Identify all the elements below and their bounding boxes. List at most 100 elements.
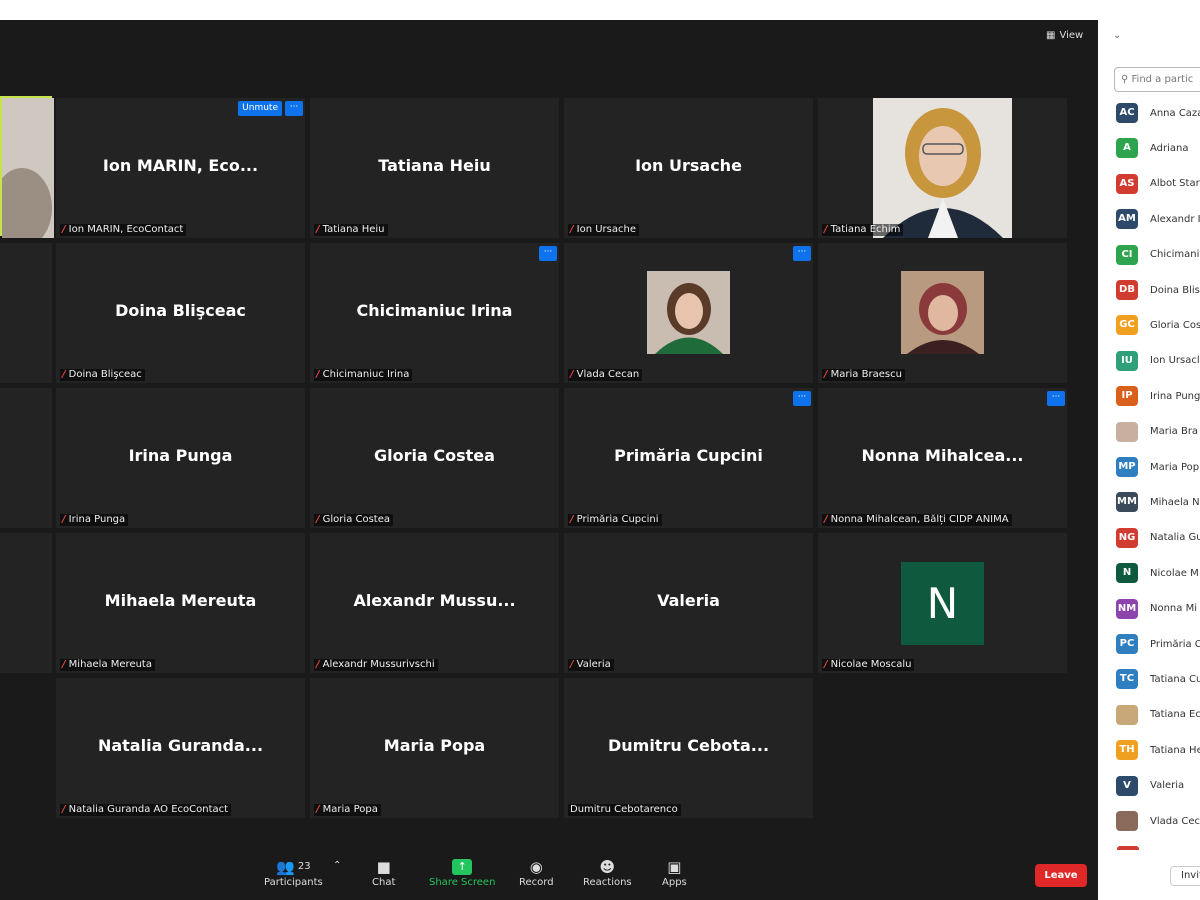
name-label-text: Ion MARIN, EcoContact [68,224,184,235]
participant-tile[interactable]: Primăria Cupcini ··· / Primăria Cupcini [564,388,813,528]
participant-list-name: Adriana [1150,142,1189,154]
participant-name: Ion MARIN, Eco... [102,156,259,175]
chat-label: Chat [372,877,396,888]
participant-search-input[interactable]: ⚲ Find a partic [1114,67,1200,92]
participant-list-item[interactable]: Maria Bra [1116,421,1198,442]
name-label-text: Nonna Mihalcean, Bălți CIDP ANIMA [830,514,1009,525]
participant-tile[interactable]: Dumitru Cebota... Dumitru Cebotarenco [564,678,813,818]
participant-tile[interactable]: Irina Punga / Irina Punga [56,388,305,528]
name-label: / Primăria Cupcini [568,514,662,526]
participant-list-name: Albot Star [1150,178,1200,190]
participant-tile[interactable]: / Tatiana Echim [818,98,1067,238]
participant-list-item[interactable]: NG Natalia Gu [1116,527,1200,548]
participant-list-item[interactable]: CI Chicimanit [1116,244,1200,265]
participant-initials-avatar: NM [1116,598,1138,619]
participant-list-item[interactable]: IP Irina Pung [1116,386,1200,407]
grid-icon: ▦ [1046,30,1056,41]
apps-button[interactable]: ▣ Apps [662,857,687,888]
participant-list-item[interactable]: AM Alexandr I [1116,209,1200,230]
name-label: Dumitru Cebotarenco [568,804,681,816]
partial-self-tile[interactable] [0,96,54,248]
participant-initials-avatar: DB [1116,280,1138,300]
leave-button[interactable]: Leave [1035,864,1087,887]
participant-tile[interactable]: Tatiana Heiu / Tatiana Heiu [310,98,559,238]
participant-initials-avatar: N [1116,563,1138,584]
participant-tile[interactable]: Valeria / Valeria [564,533,813,673]
name-label-text: Chicimaniuc Irina [322,369,410,380]
muted-mic-icon: / [824,224,828,235]
more-options-button[interactable]: ··· [793,391,811,406]
more-options-button[interactable]: ··· [285,101,303,116]
participant-list-name: Valeria [1150,780,1185,792]
participant-photo-avatar [1116,704,1138,725]
participant-list-item[interactable]: AS Albot Star [1116,173,1200,194]
more-options-button[interactable]: ··· [539,246,557,261]
more-options-button[interactable]: ··· [1047,391,1065,406]
participant-name: Valeria [657,591,720,610]
name-label: / Ion Ursache [568,224,639,236]
participant-list-item[interactable]: TH Tatiana He [1116,740,1200,761]
participant-tile[interactable]: Doina Blişceac / Doina Blişceac [56,243,305,383]
participant-list-item[interactable]: NM Nonna Mi [1116,598,1197,619]
chat-button[interactable]: ■ Chat [372,857,395,888]
record-label: Record [519,877,554,888]
participant-tile[interactable]: Maria Popa / Maria Popa [310,678,559,818]
more-options-button[interactable]: ··· [793,246,811,261]
participant-tile[interactable]: N / Nicolae Moscalu [818,533,1067,673]
muted-mic-icon: / [62,804,66,815]
participant-list-item[interactable]: Vlada Cec [1116,811,1200,831]
participant-list-item[interactable]: MP Maria Pop [1116,457,1199,477]
name-label-text: Natalia Guranda AO EcoContact [68,804,229,815]
participant-list-item[interactable]: TC Tatiana Cu [1116,669,1200,690]
partial-tile [0,533,52,673]
participant-list-item[interactable]: PC Primăria C [1116,634,1200,654]
participant-name: Doina Blişceac [115,301,246,320]
participant-tile[interactable]: Gloria Costea / Gloria Costea [310,388,559,528]
participant-list-item[interactable]: V Valeria [1116,775,1185,796]
participant-list-item[interactable]: MM Mihaela N [1116,492,1200,513]
participant-tile[interactable]: Mihaela Mereuta / Mihaela Mereuta [56,533,305,673]
reactions-button[interactable]: ☻ Reactions [583,857,632,888]
participant-list-name: Primăria C [1150,638,1200,650]
participant-tile[interactable]: Ion MARIN, Eco... Unmute ··· / Ion MARIN,… [56,98,305,238]
name-label-text: Alexandr Mussurivschi [322,659,435,670]
view-label: View [1059,30,1084,41]
participant-list-item[interactable]: A Adriana [1116,138,1189,159]
name-label-text: Dumitru Cebotarenco [570,804,678,815]
participant-tile[interactable]: / Maria Braescu [818,243,1067,383]
participant-initials-avatar: TH [1116,740,1138,761]
participant-tile[interactable]: Alexandr Mussu... / Alexandr Mussurivschi [310,533,559,673]
muted-mic-icon: / [824,369,828,380]
invite-button[interactable]: Invit [1170,866,1200,886]
participant-tile[interactable]: Chicimaniuc Irina ··· / Chicimaniuc Irina [310,243,559,383]
participant-tile[interactable]: Natalia Guranda... / Natalia Guranda AO E… [56,678,305,818]
view-button[interactable]: ▦ View [1046,30,1083,41]
muted-mic-icon: / [316,514,320,525]
participant-tile[interactable]: Ion Ursache / Ion Ursache [564,98,813,238]
muted-mic-icon: / [62,369,66,380]
participant-tile[interactable]: Nonna Mihalcea... ··· / Nonna Mihalcean, … [818,388,1067,528]
list-more-indicator [1117,846,1139,850]
share-screen-button[interactable]: ↑ Share Screen [429,857,495,888]
participant-name: Natalia Guranda... [97,736,264,755]
participant-name: Irina Punga [128,446,233,465]
share-screen-icon: ↑ [452,859,473,875]
participants-chevron-up-icon[interactable]: ⌃ [333,860,341,871]
participant-list-item[interactable]: Tatiana Ec [1116,704,1200,725]
participant-list-name: Irina Pung [1150,390,1200,402]
participant-list-item[interactable]: N Nicolae M [1116,563,1199,584]
participant-list-item[interactable]: AC Anna Caza [1116,103,1200,123]
participant-photo [0,98,54,248]
name-label: / Natalia Guranda AO EcoContact [60,804,232,816]
participant-list-item[interactable]: DB Doina Blis [1116,280,1200,300]
participant-list-item[interactable]: GC Gloria Cos [1116,315,1200,336]
participant-name: Ion Ursache [635,156,742,175]
participant-list-item[interactable]: IU Ion Ursacl [1116,350,1200,371]
record-button[interactable]: ◉ Record [519,857,554,888]
participants-button[interactable]: 👥 23 Participants [264,857,323,888]
name-label-text: Gloria Costea [322,514,391,525]
unmute-button[interactable]: Unmute [238,101,282,116]
participant-tile[interactable]: ··· / Vlada Cecan [564,243,813,383]
chevron-down-icon[interactable]: ⌄ [1113,30,1121,41]
participant-list-name: Anna Caza [1150,107,1200,119]
